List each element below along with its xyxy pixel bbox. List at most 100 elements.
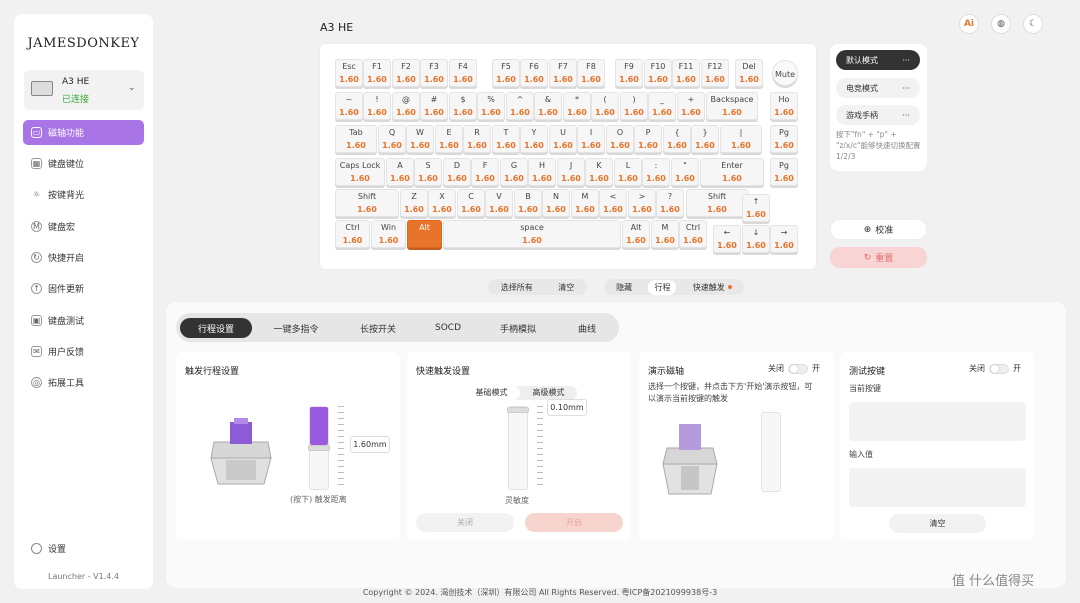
key-0-8[interactable]: F8 1.60	[577, 59, 605, 87]
key-0-9[interactable]: F9 1.60	[615, 59, 643, 87]
key-1-10[interactable]: ) 1.60	[620, 92, 648, 120]
key-3-9[interactable]: L 1.60	[614, 158, 642, 186]
rapid-view-button[interactable]: 快速触发	[693, 282, 732, 293]
key-0-0[interactable]: Esc 1.60	[335, 59, 363, 87]
toggle-switch[interactable]	[788, 363, 808, 374]
nav-item-magnetic[interactable]: ▭ 磁轴功能	[23, 120, 144, 145]
sensitivity-slider[interactable]	[507, 406, 529, 490]
key-0-7[interactable]: F7 1.60	[549, 59, 577, 87]
clear-selection-button[interactable]: 清空	[558, 282, 574, 293]
travel-slider[interactable]	[308, 406, 330, 490]
key-4-12[interactable]: ↑ 1.60	[742, 194, 770, 222]
basic-mode-button[interactable]: 基础模式	[463, 386, 520, 400]
demo-toggle[interactable]: 关闭 开	[768, 363, 820, 374]
key-3-5[interactable]: G 1.60	[500, 158, 528, 186]
enable-button[interactable]: 开启	[525, 513, 623, 532]
key-1-6[interactable]: ^ 1.60	[506, 92, 534, 120]
key-4-11[interactable]: Shift 1.60	[686, 189, 748, 217]
travel-view-button[interactable]: 行程	[648, 279, 677, 295]
mode-esports[interactable]: 电竞模式 ···	[836, 78, 920, 98]
nav-item-tools[interactable]: ◎ 拓展工具	[23, 370, 144, 395]
key-4-6[interactable]: N 1.60	[542, 189, 570, 217]
key-5-2[interactable]: Alt	[407, 220, 442, 248]
mode-default[interactable]: 默认模式 ···	[836, 50, 920, 70]
key-4-8[interactable]: <1.60	[599, 189, 627, 217]
key-3-3[interactable]: D 1.60	[443, 158, 471, 186]
device-selector[interactable]: A3 HE 已连接 ⌄	[24, 70, 144, 110]
key-0-12[interactable]: F12 1.60	[701, 59, 729, 87]
key-2-7[interactable]: U 1.60	[549, 125, 577, 153]
tab-socd[interactable]: SOCD	[412, 318, 484, 338]
key-0-13[interactable]: Del 1.60	[735, 59, 763, 87]
theme-icon[interactable]: ☾	[1023, 14, 1043, 34]
mode-gamepad[interactable]: 游戏手柄 ···	[836, 105, 920, 125]
key-5-7[interactable]: ← 1.60	[713, 225, 741, 253]
key-3-12[interactable]: Enter 1.60	[700, 158, 764, 186]
key-4-2[interactable]: X 1.60	[428, 189, 456, 217]
key-3-10[interactable]: : 1.60	[642, 158, 670, 186]
key-3-2[interactable]: S 1.60	[414, 158, 442, 186]
key-0-11[interactable]: F11 1.60	[672, 59, 700, 87]
key-0-1[interactable]: F1 1.60	[363, 59, 391, 87]
key-1-4[interactable]: $1.60	[449, 92, 477, 120]
key-2-4[interactable]: R 1.60	[463, 125, 491, 153]
disable-button[interactable]: 关闭	[416, 513, 514, 532]
slider-handle[interactable]	[308, 445, 330, 451]
key-0-6[interactable]: F6 1.60	[520, 59, 548, 87]
nav-item-keymap[interactable]: ▦ 键盘键位	[23, 151, 144, 176]
key-1-8[interactable]: * 1.60	[563, 92, 591, 120]
key-2-1[interactable]: Q 1.60	[378, 125, 406, 153]
key-2-8[interactable]: I 1.60	[577, 125, 605, 153]
key-2-2[interactable]: W 1.60	[406, 125, 434, 153]
key-2-3[interactable]: E 1.60	[435, 125, 463, 153]
clear-button[interactable]: 清空	[889, 514, 986, 533]
more-icon[interactable]: ···	[902, 84, 910, 93]
key-2-14[interactable]: Pg 1.60	[770, 125, 798, 153]
key-0-3[interactable]: F3 1.60	[420, 59, 448, 87]
key-1-3[interactable]: #1.60	[420, 92, 448, 120]
key-2-13[interactable]: | 1.60	[720, 125, 762, 153]
select-all-button[interactable]: 选择所有	[501, 282, 533, 293]
more-icon[interactable]: ···	[902, 111, 910, 120]
reset-button[interactable]: ↻ 重置	[830, 247, 927, 268]
key-5-8[interactable]: ↓ 1.60	[742, 225, 770, 253]
key-1-13[interactable]: Backspace 1.60	[706, 92, 758, 120]
tab-long-press[interactable]: 长按开关	[342, 318, 414, 338]
key-4-5[interactable]: B 1.60	[514, 189, 542, 217]
tab-curve[interactable]: 曲线	[551, 318, 623, 338]
nav-item-macro[interactable]: M 键盘宏	[23, 214, 144, 239]
key-5-3[interactable]: space 1.60	[443, 220, 621, 248]
key-5-0[interactable]: Ctrl 1.60	[335, 220, 370, 248]
key-1-2[interactable]: @1.60	[392, 92, 420, 120]
toggle-switch[interactable]	[989, 363, 1009, 374]
key-1-14[interactable]: Ho 1.60	[770, 92, 798, 120]
key-3-11[interactable]: " 1.60	[671, 158, 699, 186]
key-4-10[interactable]: ? 1.60	[656, 189, 684, 217]
key-1-12[interactable]: +1.60	[677, 92, 705, 120]
sensitivity-value[interactable]: 0.10mm	[547, 399, 587, 416]
key-2-9[interactable]: O 1.60	[606, 125, 634, 153]
key-2-0[interactable]: Tab 1.60	[335, 125, 377, 153]
key-3-13[interactable]: Pg 1.60	[770, 158, 798, 186]
globe-icon[interactable]: ◍	[991, 14, 1011, 34]
key-5-5[interactable]: M 1.60	[651, 220, 679, 248]
nav-item-backlight[interactable]: ☼ 按键背光	[23, 182, 144, 207]
calibrate-button[interactable]: ⊕ 校准	[830, 219, 927, 240]
key-0-4[interactable]: F4 1.60	[449, 59, 477, 87]
input-value-field[interactable]	[849, 468, 1026, 507]
travel-value[interactable]: 1.60mm	[350, 436, 390, 453]
nav-item-shortcut[interactable]: ↻ 快捷开启	[23, 245, 144, 270]
key-4-1[interactable]: Z 1.60	[400, 189, 428, 217]
key-5-1[interactable]: Win 1.60	[371, 220, 406, 248]
key-4-0[interactable]: Shift 1.60	[335, 189, 399, 217]
tab-gamepad[interactable]: 手柄模拟	[482, 318, 554, 338]
key-5-6[interactable]: Ctrl 1.60	[679, 220, 707, 248]
slider-handle[interactable]	[507, 407, 529, 413]
settings-button[interactable]: 设置	[31, 542, 66, 555]
key-3-7[interactable]: J 1.60	[557, 158, 585, 186]
chevron-down-icon[interactable]: ⌄	[128, 83, 136, 93]
key-3-4[interactable]: F 1.60	[471, 158, 499, 186]
nav-item-feedback[interactable]: ✉ 用户反馈	[23, 339, 144, 364]
key-0-2[interactable]: F2 1.60	[392, 59, 420, 87]
test-toggle[interactable]: 关闭 开	[969, 363, 1021, 374]
